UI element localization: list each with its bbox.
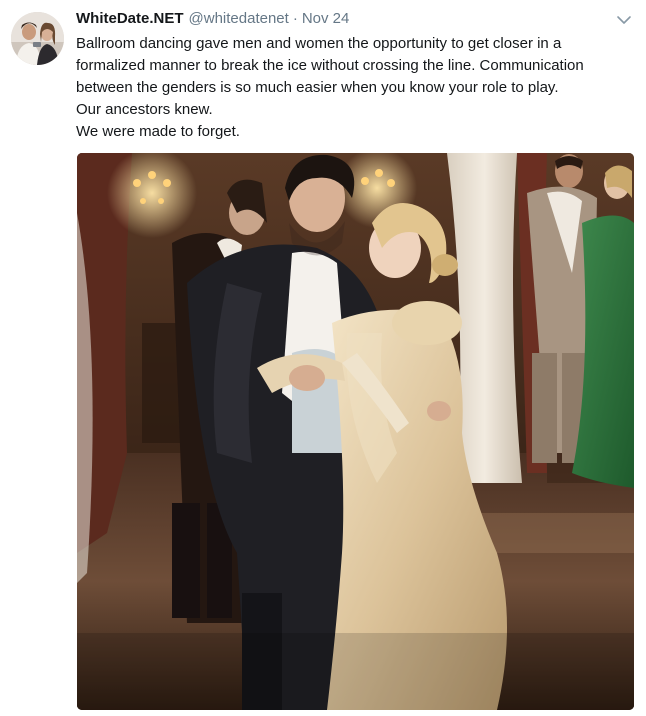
tweet-text-line: between the genders is so much easier wh… — [76, 79, 559, 96]
tweet-header: WhiteDate.NET @whitedatenet · Nov 24 — [76, 10, 349, 32]
ballroom-dance-photo-icon — [77, 153, 634, 710]
tweet: WhiteDate.NET @whitedatenet · Nov 24 Bal… — [0, 0, 646, 716]
tweet-text-line: We were made to forget. — [76, 123, 240, 140]
chevron-down-icon — [617, 16, 631, 24]
profile-avatar-icon — [11, 12, 64, 65]
author-name[interactable]: WhiteDate.NET — [76, 10, 184, 27]
tweet-media-photo[interactable] — [77, 153, 634, 710]
author-handle[interactable]: @whitedatenet — [189, 10, 289, 27]
tweet-timestamp[interactable]: Nov 24 — [302, 10, 350, 27]
avatar[interactable] — [11, 12, 64, 65]
more-menu-button[interactable] — [616, 12, 632, 28]
tweet-text: Ballroom dancing gave men and women the … — [76, 33, 616, 143]
tweet-text-line: Our ancestors knew. — [76, 101, 213, 118]
tweet-text-line: Ballroom dancing gave men and women the … — [76, 35, 562, 52]
separator-dot: · — [292, 10, 298, 27]
tweet-text-line: formalized manner to break the ice witho… — [76, 57, 584, 74]
